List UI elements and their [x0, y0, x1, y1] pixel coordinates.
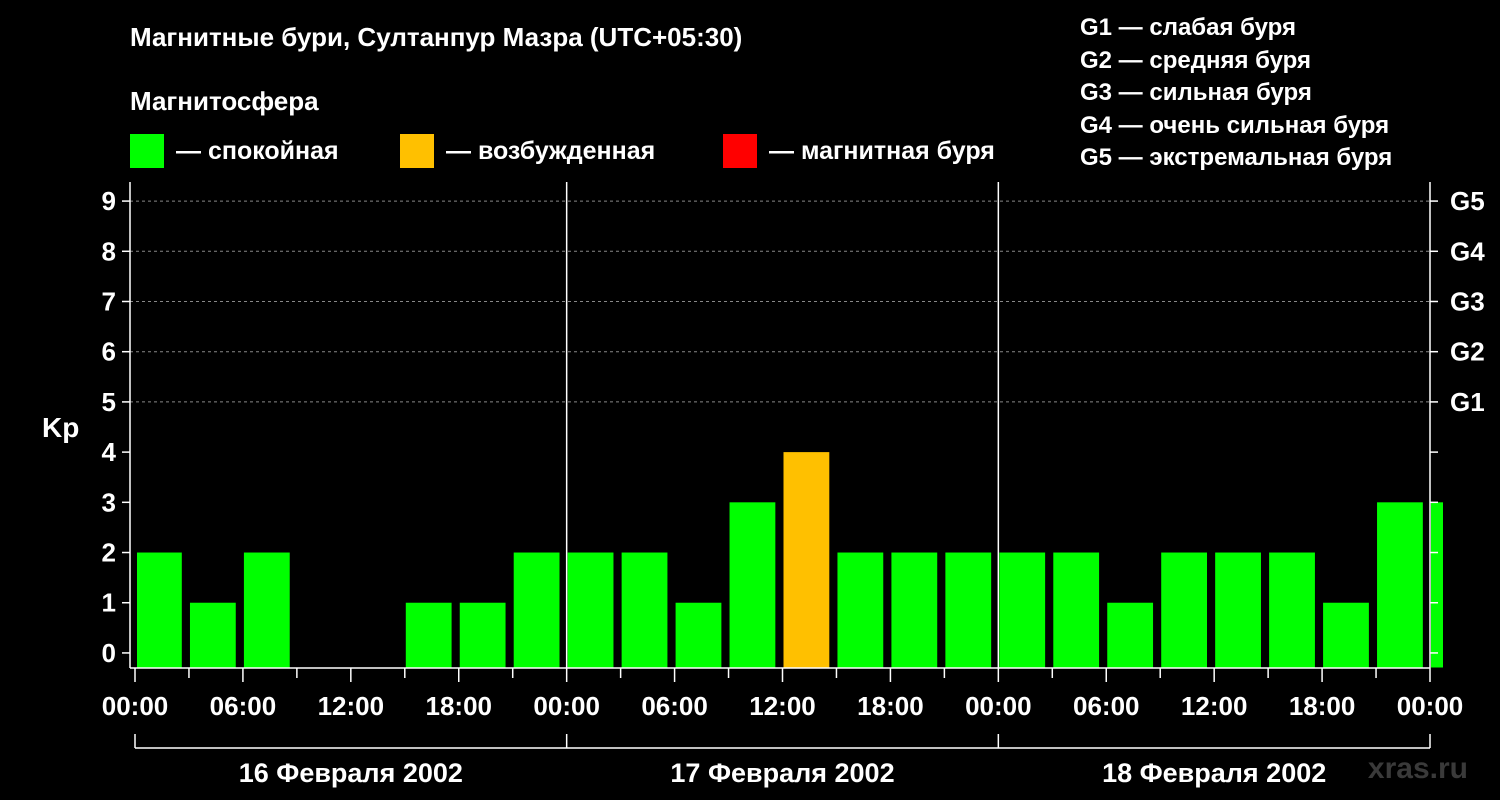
day-label: 17 Февраля 2002: [670, 758, 894, 788]
kp-bar: [1323, 602, 1369, 668]
x-tick-label: 00:00: [533, 691, 600, 721]
x-tick-label: 12:00: [318, 691, 385, 721]
storm-level-axis-label: G3: [1450, 286, 1485, 316]
kp-bar: [513, 552, 560, 668]
kp-bar: [945, 552, 992, 668]
kp-bar: [999, 552, 1046, 668]
kp-bar: [1215, 552, 1261, 668]
kp-bar: [783, 452, 830, 668]
kp-bar: [405, 602, 452, 668]
y-tick-label: 6: [102, 337, 116, 367]
y-tick-label: 0: [102, 638, 116, 668]
x-tick-label: 00:00: [1397, 691, 1464, 721]
kp-bar: [621, 552, 668, 668]
x-tick-label: 12:00: [1181, 691, 1248, 721]
y-tick-label: 4: [102, 437, 117, 467]
day-label: 18 Февраля 2002: [1102, 758, 1326, 788]
y-tick-label: 8: [102, 236, 116, 266]
day-label: 16 Февраля 2002: [239, 758, 463, 788]
kp-bar: [189, 602, 236, 668]
x-tick-label: 06:00: [210, 691, 277, 721]
y-tick-label: 1: [102, 588, 116, 618]
y-axis-label: Kp: [42, 412, 79, 443]
x-tick-label: 00:00: [102, 691, 169, 721]
kp-bar: [567, 552, 614, 668]
x-tick-label: 00:00: [965, 691, 1032, 721]
storm-level-axis-label: G1: [1450, 387, 1485, 417]
y-tick-label: 9: [102, 186, 116, 216]
x-tick-label: 18:00: [857, 691, 924, 721]
kp-bar: [137, 552, 182, 668]
storm-level-axis-label: G2: [1450, 337, 1485, 367]
storm-level-axis-label: G4: [1450, 236, 1485, 266]
kp-bar: [243, 552, 290, 668]
x-tick-label: 18:00: [1289, 691, 1356, 721]
kp-bar: [1431, 502, 1443, 668]
y-tick-label: 5: [102, 387, 116, 417]
kp-bar: [891, 552, 938, 668]
y-tick-label: 3: [102, 487, 116, 517]
kp-bar: [1269, 552, 1315, 668]
x-tick-label: 06:00: [641, 691, 708, 721]
storm-level-axis-label: G5: [1450, 186, 1485, 216]
kp-bar: [729, 502, 776, 668]
x-tick-label: 18:00: [426, 691, 493, 721]
watermark: xras.ru: [1367, 752, 1468, 785]
kp-bar: [1161, 552, 1208, 668]
kp-bar: [1377, 502, 1423, 668]
x-tick-label: 06:00: [1073, 691, 1140, 721]
y-tick-label: 7: [102, 286, 116, 316]
kp-bar: [1053, 552, 1100, 668]
kp-bar: [1107, 602, 1154, 668]
y-tick-label: 2: [102, 538, 116, 568]
kp-chart: 0 1 2 3 4 5 6 7 8 9 G1 G2 G3 G4 G5 Kp 00:00 06:00 12:00 18:…: [42, 182, 1485, 788]
x-tick-label: 12:00: [749, 691, 816, 721]
kp-bar: [675, 602, 722, 668]
kp-bar: [459, 602, 506, 668]
kp-bar: [837, 552, 884, 668]
